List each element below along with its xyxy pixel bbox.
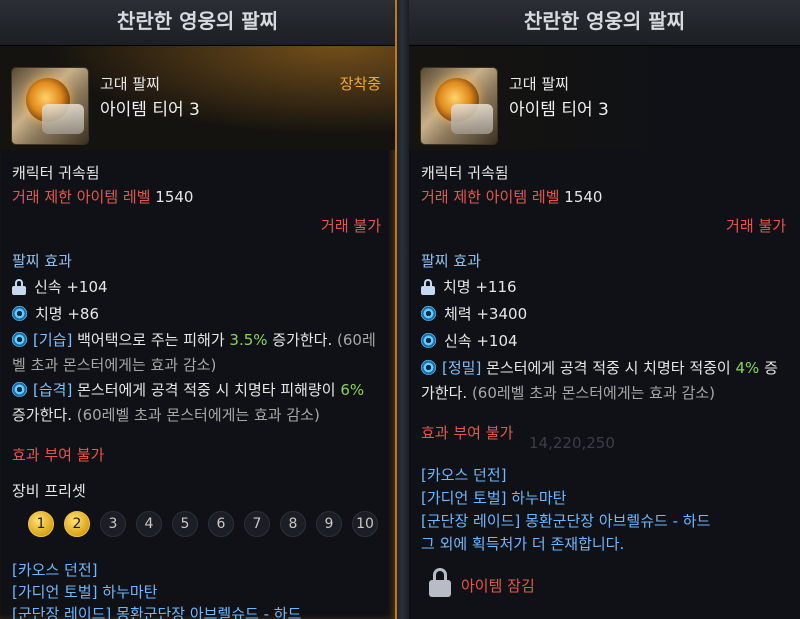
lock-icon [421,278,435,295]
preset-button[interactable]: 10 [352,511,378,537]
preset-selector: 1 2 3 4 5 6 7 8 9 10 [28,511,378,537]
preset-button[interactable]: 3 [100,511,126,537]
effect-description: [정밀] 몬스터에게 공격 적중 시 치명타 적중이 4% 증가한다. (60레… [421,359,778,402]
stat-line: 신속 +104 [421,330,518,351]
item-tooltip-compare: 찬란한 영웅의 팔찌 고대 팔찌 아이템 티어 3 캐릭터 귀속됨 거래 제한 … [409,0,800,619]
tooltip-title: 찬란한 영웅의 팔찌 [409,0,800,46]
tooltip-title: 찬란한 영웅의 팔찌 [0,0,395,46]
stat-line: 치명 +86 [12,303,99,324]
effect-description: [습격] 몬스터에게 공격 적중 시 치명타 피해량이 6% 증가한다. (60… [12,381,365,424]
preset-button[interactable]: 4 [136,511,162,537]
background-divider [395,0,409,619]
preset-button[interactable]: 9 [316,511,342,537]
effects-title: 팔찌 효과 [421,252,481,270]
bound-status: 캐릭터 귀속됨 [12,164,100,182]
lock-icon [12,278,26,295]
source-chaos-dungeon: [카오스 던전] [12,561,98,579]
item-tier: 아이템 티어 3 [100,100,200,120]
effects-title: 팔찌 효과 [12,252,72,270]
source-guardian-raid: [가디언 토벌] 하누마탄 [421,489,567,507]
swirl-icon [12,332,27,347]
preset-button[interactable]: 5 [172,511,198,537]
trade-limit: 거래 제한 아이템 레벨 1540 [12,188,194,206]
item-grade: 고대 팔찌 [100,75,160,93]
stat-line: 신속 +104 [12,276,108,297]
no-enchant-label: 효과 부여 불가 [421,424,514,442]
no-trade-label: 거래 불가 [321,217,381,235]
swirl-icon [12,306,27,321]
effect-description: [기습] 백어택으로 주는 피해가 3.5% 증가한다. (60레벨 초과 몬스… [12,331,376,374]
background-number: 14,220,250 [529,434,615,452]
lock-icon [429,568,451,598]
preset-button[interactable]: 1 [28,511,54,537]
item-tier: 아이템 티어 3 [509,100,609,120]
item-tooltip-equipped: 찬란한 영웅의 팔찌 고대 팔찌 아이템 티어 3 장착중 캐릭터 귀속됨 거래… [0,0,397,619]
preset-title: 장비 프리셋 [12,482,86,500]
preset-button[interactable]: 2 [64,511,90,537]
source-more: 그 외에 획득처가 더 존재합니다. [421,535,625,553]
bracelet-icon [12,68,88,144]
preset-button[interactable]: 6 [208,511,234,537]
no-trade-label: 거래 불가 [726,217,786,235]
source-chaos-dungeon: [카오스 던전] [421,466,507,484]
item-grade: 고대 팔찌 [509,75,569,93]
source-legion-raid: [군단장 레이드] 몽환군단장 아브렐슈드 - 하드 [421,512,711,530]
item-header: 고대 팔찌 아이템 티어 3 장착중 [0,46,395,150]
item-locked-label: 아이템 잠김 [461,577,535,595]
equipped-badge: 장착중 [339,75,381,93]
swirl-icon [12,382,27,397]
swirl-icon [421,306,436,321]
stat-line: 치명 +116 [421,276,517,297]
bound-status: 캐릭터 귀속됨 [421,164,509,182]
trade-limit: 거래 제한 아이템 레벨 1540 [421,188,603,206]
source-guardian-raid: [가디언 토벌] 하누마탄 [12,583,158,601]
source-legion-raid: [군단장 레이드] 몽환군단장 아브렐슈드 - 하드 [12,605,302,619]
preset-button[interactable]: 8 [280,511,306,537]
swirl-icon [421,333,436,348]
bracelet-icon [421,68,497,144]
preset-button[interactable]: 7 [244,511,270,537]
item-header: 고대 팔찌 아이템 티어 3 [409,46,800,150]
swirl-icon [421,360,436,375]
stat-line: 체력 +3400 [421,303,527,324]
no-enchant-label: 효과 부여 불가 [12,446,105,464]
